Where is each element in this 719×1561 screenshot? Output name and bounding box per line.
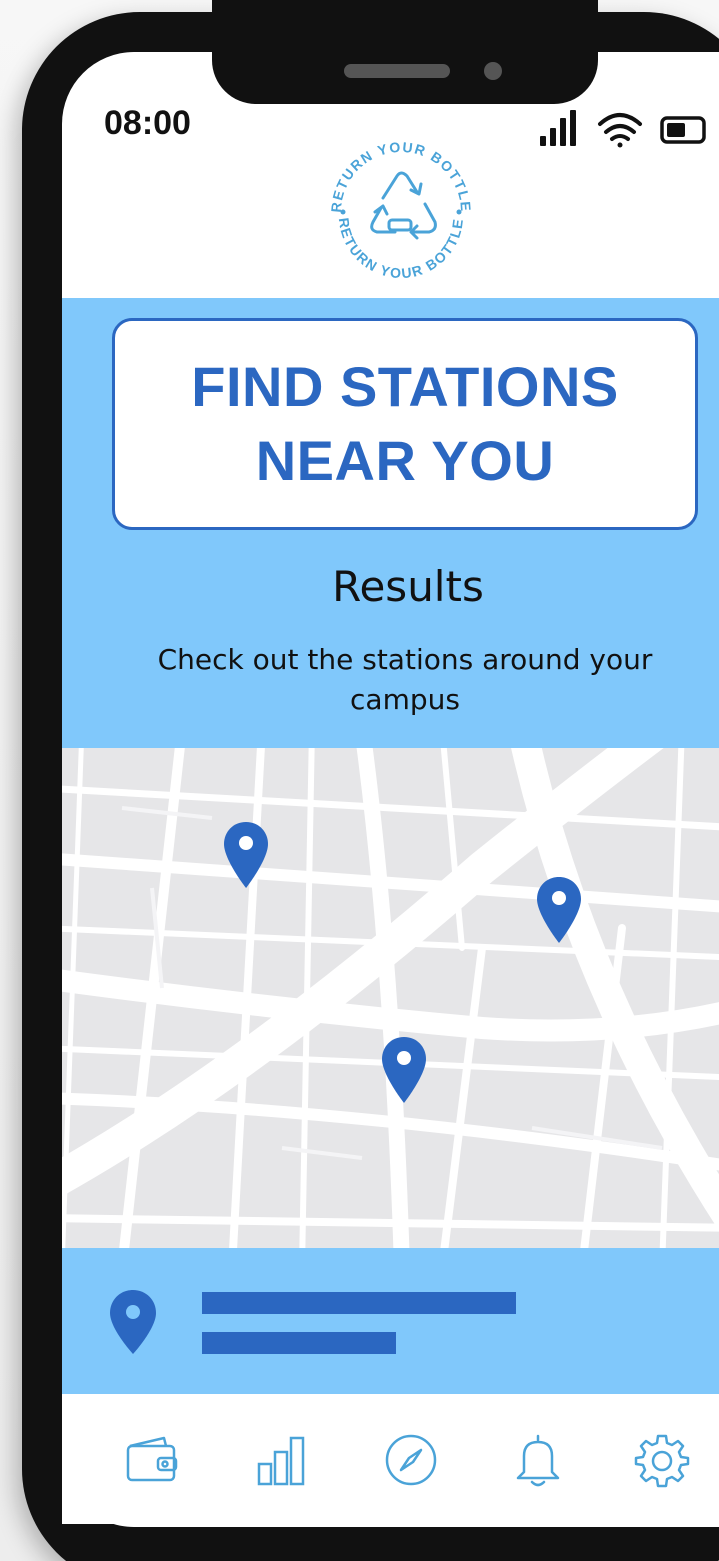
svg-text:RETURN YOUR BOTTLE: RETURN YOUR BOTTLE	[336, 217, 466, 282]
map-pin-3[interactable]	[380, 1035, 428, 1105]
speaker-grille	[344, 64, 450, 78]
map-streets	[62, 748, 719, 1248]
return-your-bottle-logo: RETURN YOUR BOTTLE RETURN YOUR BOTTLE	[328, 139, 474, 282]
location-pin-icon	[110, 1290, 156, 1354]
status-icons	[540, 110, 706, 148]
station-detail-placeholder	[202, 1332, 396, 1354]
svg-text:RETURN YOUR BOTTLE: RETURN YOUR BOTTLE	[328, 139, 474, 213]
wallet-icon[interactable]	[124, 1432, 180, 1488]
page-title: FIND STATIONS NEAR YOU	[191, 350, 619, 498]
title-line-2: NEAR YOU	[255, 429, 555, 492]
wifi-icon	[598, 113, 642, 148]
logo-text-top: RETURN YOUR BOTTLE	[328, 139, 473, 213]
status-time: 08:00	[104, 104, 191, 142]
bell-icon[interactable]	[510, 1432, 566, 1488]
battery-icon	[660, 116, 706, 144]
station-name-placeholder	[202, 1292, 516, 1314]
front-camera	[484, 62, 502, 80]
results-heading: Results	[332, 562, 484, 611]
gear-icon[interactable]	[634, 1432, 690, 1488]
map-view[interactable]	[62, 748, 719, 1248]
title-line-1: FIND STATIONS	[191, 355, 619, 418]
scene: 08:00 RETURN YOUR BOTTLE RETURN YOUR BOT…	[0, 0, 719, 1561]
notch	[212, 0, 598, 104]
map-pin-2[interactable]	[535, 875, 583, 945]
map-pin-1[interactable]	[222, 820, 270, 890]
results-subtitle: Check out the stations around your campu…	[157, 643, 653, 716]
logo-text-bottom: RETURN YOUR BOTTLE	[336, 217, 465, 282]
find-stations-card: FIND STATIONS NEAR YOU	[112, 318, 698, 530]
recycle-icon	[370, 171, 437, 240]
signal-bars-icon	[540, 110, 576, 146]
bar-chart-icon[interactable]	[255, 1432, 311, 1488]
compass-icon[interactable]	[383, 1432, 439, 1488]
selected-station-card[interactable]	[62, 1248, 719, 1394]
